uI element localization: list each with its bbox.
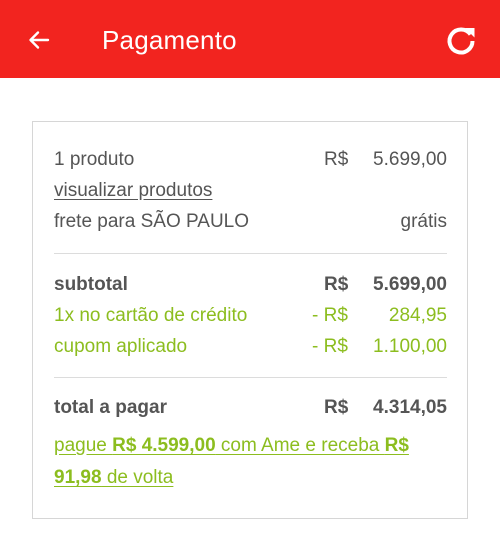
- app-bar: Pagamento: [0, 0, 500, 78]
- products-row: 1 produto R$ 5.699,00: [54, 147, 447, 173]
- shipping-row: frete para SÃO PAULO grátis: [54, 209, 447, 235]
- total-currency: R$: [324, 397, 349, 418]
- page-title: Pagamento: [102, 25, 237, 55]
- coupon-row: cupom aplicado - R$ 1.100,00: [54, 334, 447, 360]
- shipping-label: frete para SÃO PAULO: [54, 211, 250, 232]
- ame-offer-middle: com Ame e receba: [215, 435, 385, 456]
- total-value: 4.314,05: [373, 397, 447, 418]
- ame-cashback-link[interactable]: pague R$ 4.599,00 com Ame e receba R$ 91…: [54, 430, 449, 494]
- subtotal-currency: R$: [324, 274, 349, 295]
- refresh-icon: [447, 27, 475, 55]
- shipping-value: grátis: [400, 211, 447, 232]
- divider: [54, 377, 447, 378]
- credit-card-discount-label: 1x no cartão de crédito: [54, 305, 248, 326]
- back-button[interactable]: [22, 23, 56, 57]
- ame-offer-amount: R$ 4.599,00: [112, 435, 216, 456]
- coupon-currency: - R$: [312, 336, 348, 357]
- coupon-value: 1.100,00: [373, 336, 447, 357]
- ame-offer-suffix: de volta: [101, 467, 174, 488]
- subtotal-value: 5.699,00: [373, 274, 447, 295]
- coupon-label: cupom aplicado: [54, 336, 188, 357]
- order-summary-card: 1 produto R$ 5.699,00 visualizar produto…: [32, 121, 468, 519]
- view-products-link[interactable]: visualizar produtos: [54, 178, 212, 204]
- products-label: 1 produto: [54, 149, 135, 170]
- total-label: total a pagar: [54, 397, 167, 418]
- refresh-button[interactable]: [442, 22, 480, 60]
- products-value: 5.699,00: [373, 149, 447, 170]
- divider: [54, 253, 447, 254]
- view-products-row: visualizar produtos: [54, 178, 447, 204]
- credit-card-discount-row: 1x no cartão de crédito - R$ 284,95: [54, 303, 447, 329]
- ame-offer-prefix: pague: [54, 435, 113, 456]
- subtotal-row: subtotal R$ 5.699,00: [54, 272, 447, 298]
- products-currency: R$: [324, 149, 349, 170]
- subtotal-label: subtotal: [54, 274, 128, 295]
- credit-card-discount-currency: - R$: [312, 305, 348, 326]
- total-row: total a pagar R$ 4.314,05: [54, 395, 447, 421]
- credit-card-discount-value: 284,95: [388, 305, 447, 326]
- arrow-back-icon: [29, 31, 50, 49]
